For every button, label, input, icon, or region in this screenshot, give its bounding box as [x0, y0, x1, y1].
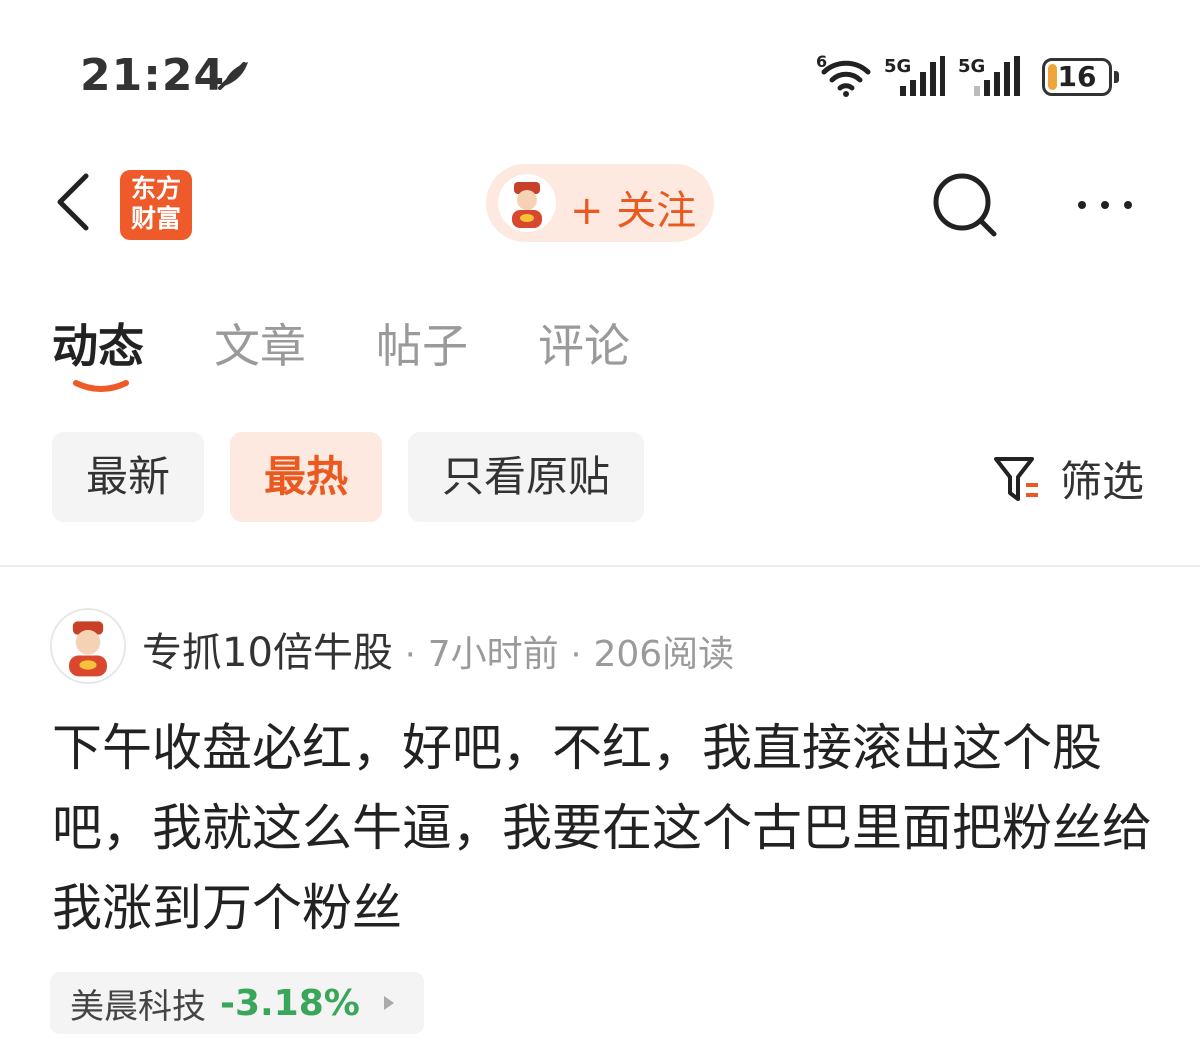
meta-separator: ·: [404, 635, 416, 675]
post-meta: 专抓10倍牛股 · 7小时前 · 206阅读: [142, 620, 734, 678]
battery-icon: 16: [1042, 58, 1119, 96]
logo-line-1: 东方: [130, 174, 181, 203]
tab-comments[interactable]: 评论: [538, 310, 630, 380]
signal-icon-2: [974, 56, 1020, 96]
chip-latest[interactable]: 最新: [52, 432, 205, 522]
battery-tip: [1114, 71, 1119, 83]
filter-icon: [994, 456, 1038, 501]
search-icon[interactable]: [930, 170, 1000, 240]
content-tabs: 动态 文章 帖子 评论: [52, 310, 630, 380]
status-bar: 21:24 6 5G 5G 16: [0, 0, 1200, 150]
caishen-avatar-icon: [512, 182, 542, 228]
status-time: 21:24: [80, 50, 226, 101]
post-content[interactable]: 下午收盘必红，好吧，不红，我直接滚出这个股吧，我就这么牛逼，我要在这个古巴里面把…: [52, 708, 1152, 948]
stock-change: -3.18%: [220, 982, 360, 1024]
stock-name: 美晨科技: [70, 986, 206, 1027]
signal-icon-1: [900, 56, 945, 96]
tab-posts[interactable]: 帖子: [376, 310, 468, 380]
caishen-avatar-icon: [69, 621, 107, 677]
chip-hottest[interactable]: 最热: [230, 432, 383, 522]
meta-separator: ·: [570, 635, 582, 675]
post-author[interactable]: 专抓10倍牛股: [142, 620, 393, 678]
app-logo[interactable]: 东方 财富: [120, 170, 192, 240]
tab-dynamic[interactable]: 动态: [52, 310, 144, 380]
filter-label: 筛选: [1060, 457, 1145, 506]
more-options-icon[interactable]: [1070, 190, 1140, 220]
top-header: 东方 财富 + 关注: [0, 150, 1200, 260]
post-time: 7小时前: [427, 634, 559, 675]
logo-line-2: 财富: [130, 204, 181, 233]
battery-level: 16: [1057, 60, 1097, 93]
filter-button[interactable]: 筛选: [992, 448, 1144, 509]
leaf-notification-icon: [218, 62, 248, 90]
back-icon[interactable]: [50, 172, 100, 232]
chevron-right-icon: [383, 996, 394, 1010]
follow-button[interactable]: + 关注: [486, 164, 714, 242]
chip-original-only[interactable]: 只看原贴: [408, 432, 645, 522]
user-avatar-small: [498, 174, 556, 232]
follow-label: + 关注: [570, 188, 697, 234]
sort-chips: 最新 最热 只看原贴: [52, 432, 645, 522]
post-read-count: 206阅读: [593, 634, 735, 675]
stock-tag[interactable]: 美晨科技 -3.18%: [50, 972, 424, 1034]
tab-articles[interactable]: 文章: [214, 310, 306, 380]
wifi-badge: 6: [816, 52, 828, 71]
section-divider: [0, 565, 1200, 567]
active-tab-indicator: [73, 380, 129, 392]
avatar[interactable]: [50, 608, 126, 684]
wifi-icon: [821, 60, 871, 97]
